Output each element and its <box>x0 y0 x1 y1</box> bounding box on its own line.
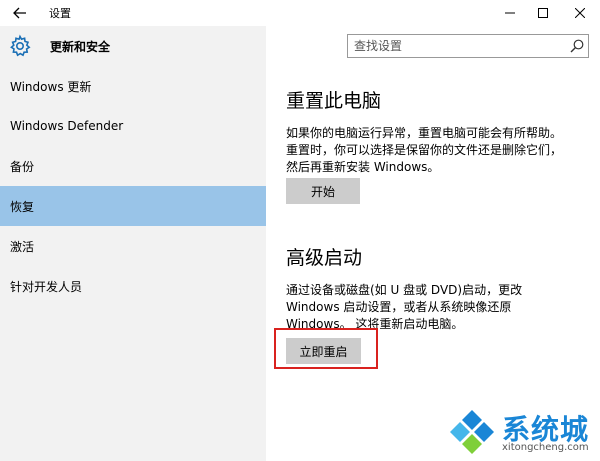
reset-description: 如果你的电脑运行异常，重置电脑可能会有所帮助。 重置时，你可以选择是保留你的文件… <box>286 125 586 176</box>
sidebar-header: 更新和安全 <box>0 26 266 66</box>
search-input[interactable] <box>348 35 566 57</box>
sidebar-item-recovery[interactable]: 恢复 <box>0 186 266 226</box>
maximize-button[interactable] <box>525 0 561 26</box>
sidebar-item-label: 备份 <box>10 159 35 174</box>
close-button[interactable] <box>562 0 598 26</box>
title-bar: 设置 <box>0 0 600 26</box>
get-started-button[interactable]: 开始 <box>286 178 360 204</box>
back-button[interactable] <box>6 2 34 24</box>
advanced-startup-title: 高级启动 <box>286 247 363 269</box>
maximize-icon <box>538 8 548 18</box>
sidebar-item-activation[interactable]: 激活 <box>0 226 266 266</box>
sidebar-item-label: Windows 更新 <box>10 79 92 94</box>
advanced-description-line: Windows。 这将重新启动电脑。 <box>286 317 464 331</box>
watermark-url: xitongcheng.com <box>502 442 589 453</box>
sidebar-nav: Windows 更新 Windows Defender 备份 恢复 激活 针对开… <box>0 66 266 306</box>
watermark-logo-icon <box>450 410 494 454</box>
reset-description-line: 如果你的电脑运行异常，重置电脑可能会有所帮助。 <box>286 126 563 140</box>
sidebar: 更新和安全 Windows 更新 Windows Defender 备份 恢复 … <box>0 26 266 461</box>
sidebar-item-label: 针对开发人员 <box>10 279 83 294</box>
search-box <box>347 34 589 58</box>
search-button[interactable] <box>566 35 588 57</box>
window-title: 设置 <box>49 7 71 20</box>
minimize-icon <box>505 12 515 14</box>
watermark: 系统城 xitongcheng.com <box>442 404 600 461</box>
advanced-description-line: Windows 启动设置，或者从系统映像还原 <box>286 300 512 314</box>
close-icon <box>575 8 585 18</box>
gear-icon <box>10 34 31 57</box>
reset-section-title: 重置此电脑 <box>286 90 382 112</box>
sidebar-item-windows-update[interactable]: Windows 更新 <box>0 66 266 106</box>
sidebar-item-label: 激活 <box>10 239 35 254</box>
sidebar-item-for-developers[interactable]: 针对开发人员 <box>0 266 266 306</box>
restart-now-button[interactable]: 立即重启 <box>286 338 361 364</box>
back-arrow-icon <box>13 7 26 19</box>
advanced-description-line: 通过设备或磁盘(如 U 盘或 DVD)启动，更改 <box>286 283 523 297</box>
reset-description-line: 重置时，你可以选择是保留你的文件还是删除它们， <box>286 143 563 157</box>
sidebar-item-backup[interactable]: 备份 <box>0 146 266 186</box>
search-icon <box>570 39 584 53</box>
sidebar-title: 更新和安全 <box>50 40 111 54</box>
sidebar-item-windows-defender[interactable]: Windows Defender <box>0 106 266 146</box>
reset-description-line: 然后再重新安装 Windows。 <box>286 160 440 174</box>
sidebar-item-label: Windows Defender <box>10 119 124 133</box>
advanced-startup-description: 通过设备或磁盘(如 U 盘或 DVD)启动，更改 Windows 启动设置，或者… <box>286 282 586 333</box>
minimize-button[interactable] <box>492 0 528 26</box>
sidebar-item-label: 恢复 <box>10 199 35 214</box>
